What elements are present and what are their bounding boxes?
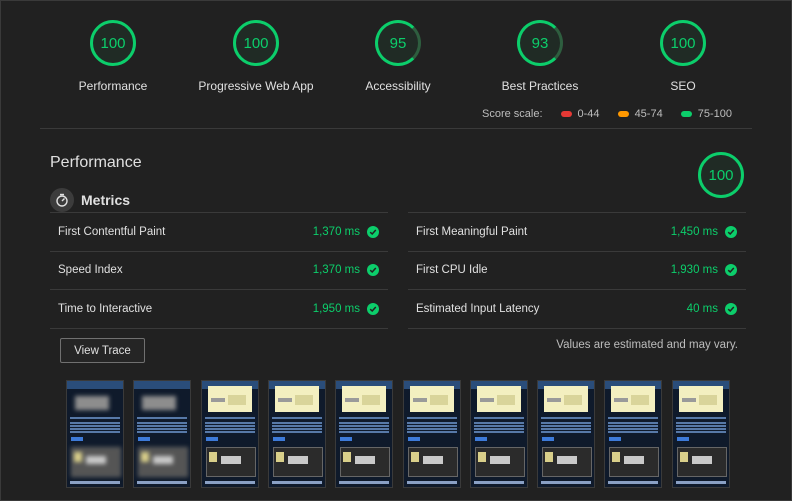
filmstrip-frame — [470, 380, 528, 488]
filmstrip-frame — [268, 380, 326, 488]
metrics-title: Metrics — [81, 192, 131, 208]
gauge-label: Progressive Web App — [198, 79, 314, 93]
metric-first-contentful-paint: First Contentful Paint 1,370 ms — [50, 212, 388, 252]
metrics-header: Metrics — [50, 188, 130, 212]
metric-name: First CPU Idle — [416, 264, 488, 276]
gauge-seo[interactable]: 100 SEO — [613, 18, 753, 93]
metric-value: 1,930 ms — [670, 264, 718, 276]
gauge-ring: 100 — [660, 20, 706, 66]
filmstrip — [60, 380, 740, 490]
category-gauges: 100 Performance 100 Progressive Web App … — [40, 18, 752, 98]
stopwatch-icon — [50, 188, 74, 212]
average-dot-icon — [617, 111, 629, 117]
section-title: Performance — [50, 154, 142, 171]
filmstrip-frame — [403, 380, 461, 488]
check-icon — [725, 226, 737, 238]
metric-time-to-interactive: Time to Interactive 1,950 ms — [50, 290, 388, 329]
filmstrip-frame — [66, 380, 124, 488]
estimate-note: Values are estimated and may vary. — [556, 339, 738, 351]
gauge-accessibility[interactable]: 95 Accessibility — [328, 18, 468, 93]
filmstrip-frame — [133, 380, 191, 488]
metric-name: First Meaningful Paint — [416, 226, 528, 238]
score-range-pass: 75-100 — [680, 108, 732, 120]
metric-name: Estimated Input Latency — [416, 303, 540, 315]
score-scale: Score scale: 0-44 45-74 75-100 — [482, 108, 732, 120]
gauge-performance[interactable]: 100 Performance — [43, 18, 183, 93]
gauge-pwa[interactable]: 100 Progressive Web App — [186, 18, 326, 93]
fail-dot-icon — [560, 111, 572, 117]
gauge-ring: 100 — [233, 20, 279, 66]
score-range-average: 45-74 — [617, 108, 663, 120]
check-icon — [725, 303, 737, 315]
gauge-best-practices[interactable]: 93 Best Practices — [470, 18, 610, 93]
check-icon — [367, 264, 379, 276]
metric-estimated-input-latency: Estimated Input Latency 40 ms — [408, 290, 746, 329]
range-label: 0-44 — [577, 108, 600, 120]
metric-value: 40 ms — [686, 303, 718, 315]
range-label: 75-100 — [697, 108, 732, 120]
gauge-label: Best Practices — [501, 79, 579, 93]
metric-value: 1,370 ms — [312, 226, 360, 238]
metric-name: Speed Index — [58, 264, 123, 276]
metric-value: 1,950 ms — [312, 303, 360, 315]
filmstrip-frame — [604, 380, 662, 488]
check-icon — [367, 303, 379, 315]
performance-score-gauge: 100 — [698, 152, 744, 198]
metric-value: 1,450 ms — [670, 226, 718, 238]
gauge-label: Performance — [78, 79, 148, 93]
filmstrip-frame — [201, 380, 259, 488]
metric-speed-index: Speed Index 1,370 ms — [50, 251, 388, 290]
range-label: 45-74 — [634, 108, 663, 120]
metric-first-cpu-idle: First CPU Idle 1,930 ms — [408, 251, 746, 290]
score-range-fail: 0-44 — [560, 108, 600, 120]
filmstrip-frame — [672, 380, 730, 488]
gauge-ring: 95 — [375, 20, 421, 66]
gauge-label: SEO — [670, 79, 696, 93]
metric-first-meaningful-paint: First Meaningful Paint 1,450 ms — [408, 212, 746, 252]
view-trace-button[interactable]: View Trace — [60, 338, 145, 363]
metric-name: First Contentful Paint — [58, 226, 166, 238]
metric-name: Time to Interactive — [58, 303, 153, 315]
section-divider — [40, 128, 752, 129]
check-icon — [725, 264, 737, 276]
pass-dot-icon — [680, 111, 692, 117]
filmstrip-frame — [335, 380, 393, 488]
score-scale-label: Score scale: — [482, 108, 543, 120]
gauge-label: Accessibility — [365, 79, 431, 93]
filmstrip-frame — [537, 380, 595, 488]
metric-value: 1,370 ms — [312, 264, 360, 276]
check-icon — [367, 226, 379, 238]
gauge-ring: 100 — [90, 20, 136, 66]
gauge-ring: 93 — [517, 20, 563, 66]
